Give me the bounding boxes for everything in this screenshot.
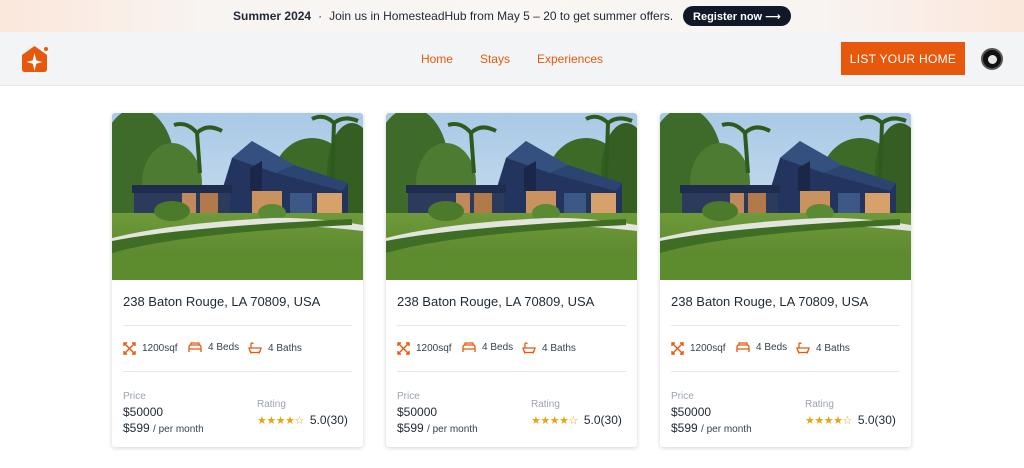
star-filled-icon: ★ <box>275 414 286 427</box>
monthly-price: $599 / per month <box>123 421 204 435</box>
star-filled-icon: ★ <box>814 414 824 427</box>
feature-beds: 4 Beds <box>462 342 513 353</box>
property-photo[interactable] <box>660 113 911 280</box>
nav-link-stays[interactable]: Stays <box>480 52 510 66</box>
feature-baths: 4 Baths <box>796 342 850 354</box>
feature-baths: 4 Baths <box>522 342 576 354</box>
house-star-icon[interactable] <box>20 45 49 73</box>
monthly-price: $599 / per month <box>671 421 752 435</box>
nav-link-home[interactable]: Home <box>421 52 453 66</box>
card-divider <box>123 325 352 326</box>
list-your-home-button[interactable]: LIST YOUR HOME <box>841 42 965 75</box>
monthly-suffix: / per month <box>427 424 478 435</box>
star-outline-icon: ☆ <box>842 414 853 427</box>
price-value: $50000 <box>671 405 712 419</box>
star-filled-icon: ★ <box>257 414 267 427</box>
top-navigation: Home Stays Experiences LIST YOUR HOME <box>0 32 1024 86</box>
price-label: Price <box>397 391 420 402</box>
rating-stars: ★ ★ ★ ★ ☆ 5.0(30) <box>257 413 348 427</box>
star-filled-icon: ★ <box>266 414 276 427</box>
banner-message: Join us in HomesteadHub from May 5 – 20 … <box>329 9 674 23</box>
rating-label: Rating <box>531 399 560 410</box>
beds-value: 4 Beds <box>482 342 514 353</box>
promo-banner: Summer 2024 · Join us in HomesteadHub fr… <box>0 0 1024 32</box>
card-divider <box>123 371 352 372</box>
nav-link-experiences[interactable]: Experiences <box>537 52 603 66</box>
monthly-value: $599 <box>397 421 424 435</box>
bed-icon <box>188 342 202 352</box>
price-label: Price <box>671 391 694 402</box>
monthly-value: $599 <box>671 421 698 435</box>
baths-value: 4 Baths <box>816 342 850 354</box>
monthly-value: $599 <box>123 421 150 435</box>
listing-card[interactable]: 238 Baton Rouge, LA 70809, USA 1200sqf 4… <box>660 113 911 447</box>
property-photo[interactable] <box>386 113 637 280</box>
bed-icon <box>462 342 476 352</box>
rating-label: Rating <box>257 399 286 410</box>
rating-stars: ★ ★ ★ ★ ☆ 5.0(30) <box>531 413 622 427</box>
bathtub-icon <box>522 342 536 354</box>
baths-value: 4 Baths <box>542 342 576 354</box>
property-photo[interactable] <box>112 113 363 280</box>
monthly-suffix: / per month <box>701 424 752 435</box>
area-value: 1200sqf <box>142 343 178 354</box>
rating-value: 5.0(30) <box>309 413 348 427</box>
star-filled-icon: ★ <box>549 414 560 427</box>
bathtub-icon <box>248 342 262 354</box>
star-filled-icon: ★ <box>531 414 541 427</box>
feature-beds: 4 Beds <box>188 342 239 353</box>
area-value: 1200sqf <box>416 343 452 354</box>
area-expand-icon <box>397 342 410 355</box>
area-expand-icon <box>671 342 684 355</box>
star-outline-icon: ☆ <box>568 414 579 427</box>
feature-area: 1200sqf <box>123 342 178 355</box>
listing-address[interactable]: 238 Baton Rouge, LA 70809, USA <box>123 294 320 309</box>
star-filled-icon: ★ <box>823 414 834 427</box>
feature-baths: 4 Baths <box>248 342 302 354</box>
star-filled-icon: ★ <box>833 414 843 427</box>
star-filled-icon: ★ <box>805 414 815 427</box>
listing-address[interactable]: 238 Baton Rouge, LA 70809, USA <box>671 294 868 309</box>
card-divider <box>397 371 626 372</box>
card-divider <box>397 325 626 326</box>
price-value: $50000 <box>123 405 164 419</box>
feature-area: 1200sqf <box>397 342 452 355</box>
monthly-suffix: / per month <box>153 424 204 435</box>
area-value: 1200sqf <box>690 343 726 354</box>
beds-value: 4 Beds <box>208 342 240 353</box>
star-filled-icon: ★ <box>540 414 550 427</box>
card-divider <box>671 371 900 372</box>
beds-value: 4 Beds <box>756 342 788 353</box>
feature-area: 1200sqf <box>671 342 726 355</box>
star-outline-icon: ☆ <box>294 414 305 427</box>
user-avatar[interactable] <box>981 48 1003 70</box>
bed-icon <box>736 342 750 352</box>
rating-stars: ★ ★ ★ ★ ☆ 5.0(30) <box>805 413 896 427</box>
card-divider <box>671 325 900 326</box>
price-label: Price <box>123 391 146 402</box>
monthly-price: $599 / per month <box>397 421 478 435</box>
area-expand-icon <box>123 342 136 355</box>
rating-value: 5.0(30) <box>857 413 896 427</box>
banner-separator: · <box>318 9 323 23</box>
bathtub-icon <box>796 342 810 354</box>
star-filled-icon: ★ <box>559 414 569 427</box>
register-button[interactable]: Register now ⟶ <box>683 6 791 26</box>
star-filled-icon: ★ <box>285 414 295 427</box>
price-value: $50000 <box>397 405 438 419</box>
avatar-glyph <box>987 54 997 64</box>
listing-card[interactable]: 238 Baton Rouge, LA 70809, USA 1200sqf 4… <box>386 113 637 447</box>
banner-season: Summer 2024 <box>233 9 312 23</box>
baths-value: 4 Baths <box>268 342 302 354</box>
listing-card[interactable]: 238 Baton Rouge, LA 70809, USA 1200sqf 4… <box>112 113 363 447</box>
rating-value: 5.0(30) <box>583 413 622 427</box>
listing-address[interactable]: 238 Baton Rouge, LA 70809, USA <box>397 294 594 309</box>
rating-label: Rating <box>805 399 834 410</box>
feature-beds: 4 Beds <box>736 342 787 353</box>
